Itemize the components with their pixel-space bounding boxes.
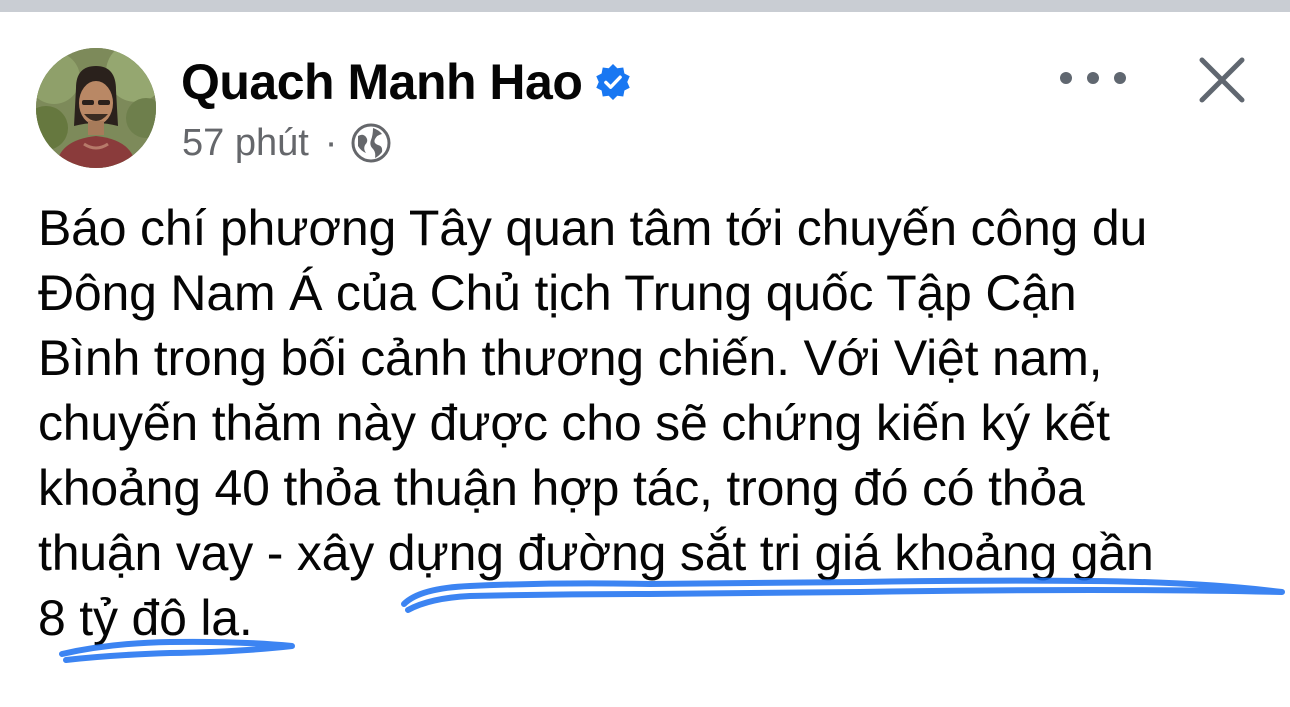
avatar[interactable] bbox=[36, 48, 156, 168]
post-header: Quach Manh Hao bbox=[181, 52, 632, 112]
avatar-photo bbox=[36, 48, 156, 168]
post-line: thuận vay - xây dựng đường sắt tri giá k… bbox=[38, 525, 1154, 581]
more-dot bbox=[1087, 72, 1099, 84]
post-timestamp[interactable]: 57 phút bbox=[182, 120, 309, 166]
post-meta: 57 phút · bbox=[182, 120, 393, 166]
post-line: 8 tỷ đô la. bbox=[38, 590, 253, 646]
globe-icon[interactable] bbox=[349, 121, 393, 165]
verified-badge-icon bbox=[596, 63, 631, 101]
meta-separator: · bbox=[324, 122, 338, 164]
post-line: chuyến thăm này được cho sẽ chứng kiến k… bbox=[38, 395, 1110, 451]
more-options-icon[interactable] bbox=[1060, 58, 1126, 98]
post-line: Bình trong bối cảnh thương chiến. Với Vi… bbox=[38, 330, 1103, 386]
post-line: khoảng 40 thỏa thuận hợp tác, trong đó c… bbox=[38, 460, 1085, 516]
close-icon[interactable] bbox=[1196, 54, 1248, 106]
post-line: Đông Nam Á của Chủ tịch Trung quốc Tập C… bbox=[38, 265, 1077, 321]
more-dot bbox=[1114, 72, 1126, 84]
post-line: Báo chí phương Tây quan tâm tới chuyến c… bbox=[38, 200, 1148, 256]
more-dot bbox=[1060, 72, 1072, 84]
author-name[interactable]: Quach Manh Hao bbox=[181, 52, 583, 112]
post-body: Báo chí phương Tây quan tâm tới chuyến c… bbox=[38, 196, 1268, 651]
top-divider bbox=[0, 0, 1290, 12]
